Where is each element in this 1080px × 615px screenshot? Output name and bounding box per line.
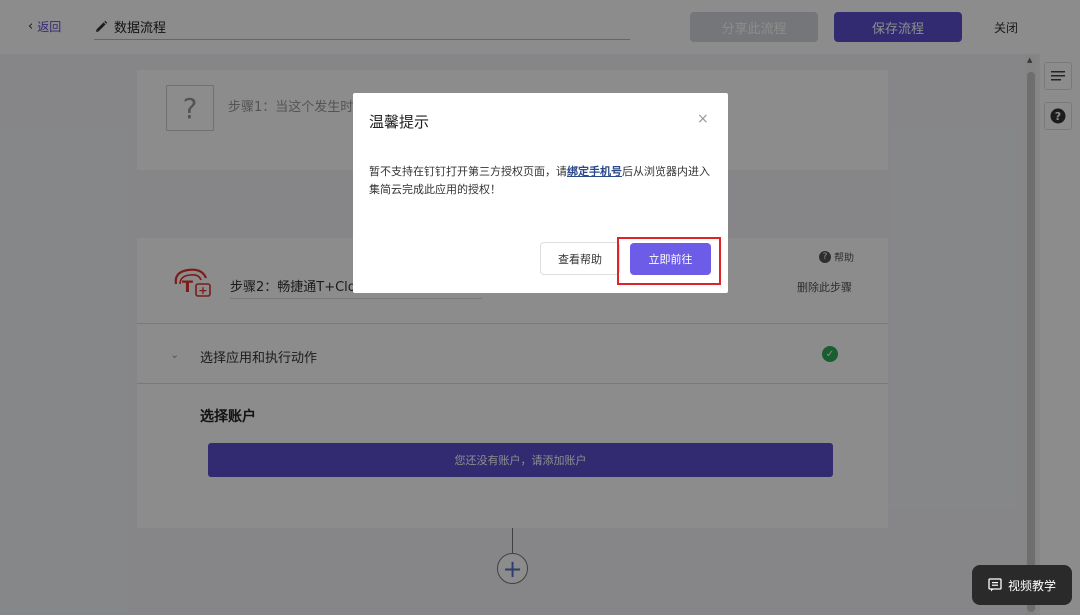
close-icon[interactable]: × [697,111,709,127]
video-tutorial-label: 视频教学 [1007,578,1056,593]
bind-phone-link[interactable]: 绑定手机号 [567,165,622,178]
dialog-message-start: 暂不支持在钉钉打开第三方授权页面，请 [369,165,567,178]
dialog-title: 温馨提示 [369,113,430,131]
video-tutorial-button[interactable]: 视频教学 [972,565,1072,605]
view-help-button[interactable]: 查看帮助 [540,242,620,275]
chat-bubble-icon [988,578,1002,592]
dialog-message: 暂不支持在钉钉打开第三方授权页面，请绑定手机号后从浏览器内进入集简云完成此应用的… [369,163,715,199]
highlight-frame [617,237,721,285]
